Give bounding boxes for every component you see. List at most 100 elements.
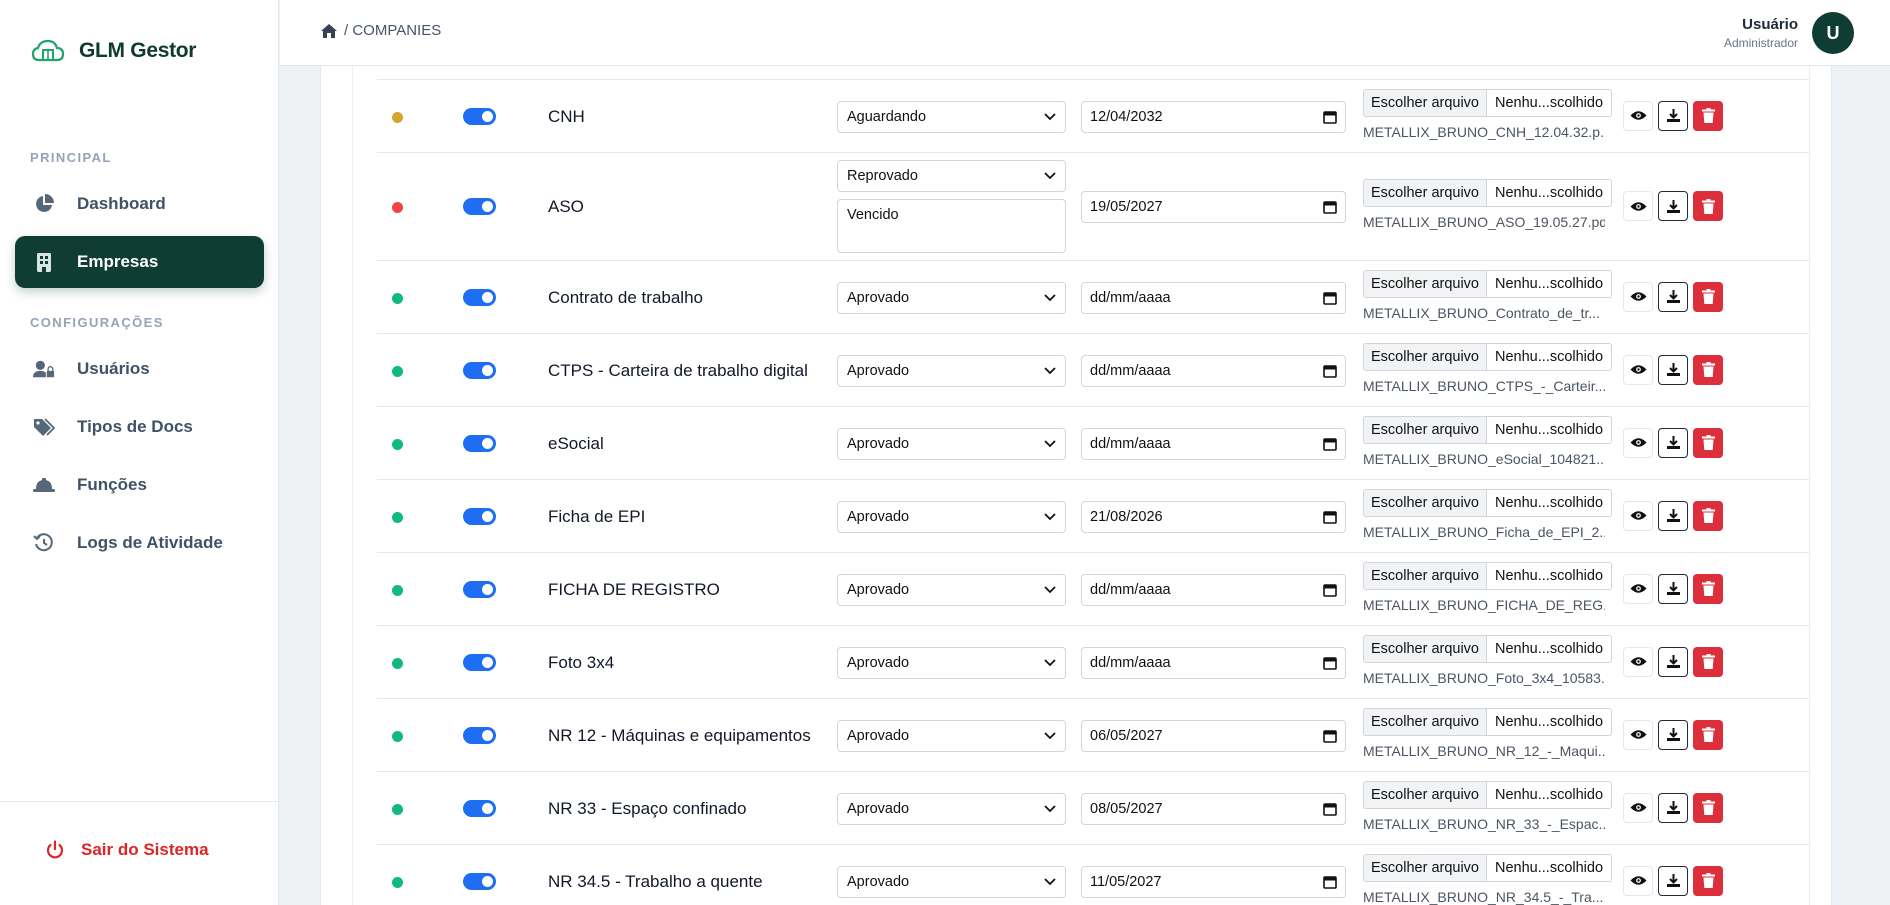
expiry-date-input[interactable]: 11/05/2027: [1081, 865, 1346, 898]
active-toggle[interactable]: [463, 726, 496, 744]
choose-file-button[interactable]: Escolher arquivo: [1363, 707, 1487, 736]
choose-file-button[interactable]: Escolher arquivo: [1363, 634, 1487, 663]
view-document-button[interactable]: [1623, 500, 1653, 531]
calendar-icon[interactable]: [1323, 291, 1337, 305]
active-toggle[interactable]: [463, 872, 496, 890]
expiry-date-input[interactable]: 19/05/2027: [1081, 191, 1346, 223]
user-menu[interactable]: Usuário Administrador U: [1724, 12, 1854, 54]
view-document-button[interactable]: [1623, 191, 1653, 221]
status-select[interactable]: Aprovado: [837, 427, 1066, 460]
file-input[interactable]: Escolher arquivo Nenhu...scolhido: [1363, 269, 1613, 298]
expiry-date-input[interactable]: 06/05/2027: [1081, 719, 1346, 752]
delete-document-button[interactable]: [1693, 281, 1723, 312]
choose-file-button[interactable]: Escolher arquivo: [1363, 853, 1487, 882]
sidebar-item-logs-de-atividade[interactable]: Logs de Atividade: [15, 517, 264, 569]
active-toggle[interactable]: [463, 361, 496, 379]
file-input[interactable]: Escolher arquivo Nenhu...scolhido: [1363, 342, 1613, 371]
delete-document-button[interactable]: [1693, 191, 1723, 221]
expiry-date-input[interactable]: dd/mm/aaaa: [1081, 427, 1346, 460]
home-icon[interactable]: [320, 23, 338, 39]
calendar-icon[interactable]: [1323, 510, 1337, 524]
calendar-icon[interactable]: [1323, 110, 1337, 124]
file-input[interactable]: Escolher arquivo Nenhu...scolhido: [1363, 780, 1613, 809]
calendar-icon[interactable]: [1323, 200, 1337, 214]
calendar-icon[interactable]: [1323, 364, 1337, 378]
view-document-button[interactable]: [1623, 100, 1653, 131]
delete-document-button[interactable]: [1693, 427, 1723, 458]
calendar-icon[interactable]: [1323, 802, 1337, 816]
expiry-date-input[interactable]: 21/08/2026: [1081, 500, 1346, 533]
active-toggle[interactable]: [463, 799, 496, 817]
download-document-button[interactable]: [1658, 100, 1688, 131]
choose-file-button[interactable]: Escolher arquivo: [1363, 269, 1487, 298]
view-document-button[interactable]: [1623, 573, 1653, 604]
view-document-button[interactable]: [1623, 865, 1653, 896]
sidebar-item-tipos-de-docs[interactable]: Tipos de Docs: [15, 401, 264, 453]
status-select[interactable]: Aprovado: [837, 719, 1066, 752]
download-document-button[interactable]: [1658, 191, 1688, 221]
expiry-date-input[interactable]: dd/mm/aaaa: [1081, 281, 1346, 314]
view-document-button[interactable]: [1623, 719, 1653, 750]
view-document-button[interactable]: [1623, 281, 1653, 312]
file-input[interactable]: Escolher arquivo Nenhu...scolhido: [1363, 707, 1613, 736]
delete-document-button[interactable]: [1693, 792, 1723, 823]
status-select[interactable]: Reprovado: [837, 160, 1066, 192]
calendar-icon[interactable]: [1323, 437, 1337, 451]
active-toggle[interactable]: [463, 198, 496, 215]
expiry-date-input[interactable]: 08/05/2027: [1081, 792, 1346, 825]
status-select[interactable]: Aprovado: [837, 792, 1066, 825]
view-document-button[interactable]: [1623, 792, 1653, 823]
choose-file-button[interactable]: Escolher arquivo: [1363, 780, 1487, 809]
download-document-button[interactable]: [1658, 500, 1688, 531]
active-toggle[interactable]: [463, 653, 496, 671]
expiry-date-input[interactable]: dd/mm/aaaa: [1081, 354, 1346, 387]
delete-document-button[interactable]: [1693, 573, 1723, 604]
download-document-button[interactable]: [1658, 865, 1688, 896]
sidebar-item-dashboard[interactable]: Dashboard: [15, 178, 264, 230]
active-toggle[interactable]: [463, 580, 496, 598]
delete-document-button[interactable]: [1693, 500, 1723, 531]
delete-document-button[interactable]: [1693, 646, 1723, 677]
status-select[interactable]: Aguardando: [837, 100, 1066, 133]
expiry-date-input[interactable]: dd/mm/aaaa: [1081, 573, 1346, 606]
delete-document-button[interactable]: [1693, 719, 1723, 750]
download-document-button[interactable]: [1658, 792, 1688, 823]
expiry-date-input[interactable]: dd/mm/aaaa: [1081, 646, 1346, 679]
file-input[interactable]: Escolher arquivo Nenhu...scolhido: [1363, 634, 1613, 663]
download-document-button[interactable]: [1658, 719, 1688, 750]
download-document-button[interactable]: [1658, 427, 1688, 458]
download-document-button[interactable]: [1658, 646, 1688, 677]
file-input[interactable]: Escolher arquivo Nenhu...scolhido: [1363, 179, 1613, 207]
delete-document-button[interactable]: [1693, 100, 1723, 131]
calendar-icon[interactable]: [1323, 656, 1337, 670]
active-toggle[interactable]: [463, 288, 496, 306]
status-select[interactable]: Aprovado: [837, 573, 1066, 606]
file-input[interactable]: Escolher arquivo Nenhu...scolhido: [1363, 488, 1613, 517]
status-select[interactable]: Aprovado: [837, 500, 1066, 533]
active-toggle[interactable]: [463, 434, 496, 452]
calendar-icon[interactable]: [1323, 729, 1337, 743]
active-toggle[interactable]: [463, 107, 496, 125]
rejection-reason-textarea[interactable]: Vencido: [837, 199, 1066, 253]
sidebar-item-empresas[interactable]: Empresas: [15, 236, 264, 288]
view-document-button[interactable]: [1623, 427, 1653, 458]
delete-document-button[interactable]: [1693, 354, 1723, 385]
sidebar-item-funcoes[interactable]: Funções: [15, 459, 264, 511]
calendar-icon[interactable]: [1323, 583, 1337, 597]
expiry-date-input[interactable]: 12/04/2032: [1081, 100, 1346, 133]
file-input[interactable]: Escolher arquivo Nenhu...scolhido: [1363, 853, 1613, 882]
status-select[interactable]: Aprovado: [837, 354, 1066, 387]
status-select[interactable]: Aprovado: [837, 865, 1066, 898]
choose-file-button[interactable]: Escolher arquivo: [1363, 488, 1487, 517]
avatar[interactable]: U: [1812, 12, 1854, 54]
download-document-button[interactable]: [1658, 573, 1688, 604]
logout-button[interactable]: Sair do Sistema: [45, 840, 209, 860]
status-select[interactable]: Aprovado: [837, 646, 1066, 679]
delete-document-button[interactable]: [1693, 865, 1723, 896]
file-input[interactable]: Escolher arquivo Nenhu...scolhido: [1363, 415, 1613, 444]
active-toggle[interactable]: [463, 507, 496, 525]
choose-file-button[interactable]: Escolher arquivo: [1363, 88, 1487, 117]
status-select[interactable]: Aprovado: [837, 281, 1066, 314]
choose-file-button[interactable]: Escolher arquivo: [1363, 342, 1487, 371]
choose-file-button[interactable]: Escolher arquivo: [1363, 415, 1487, 444]
